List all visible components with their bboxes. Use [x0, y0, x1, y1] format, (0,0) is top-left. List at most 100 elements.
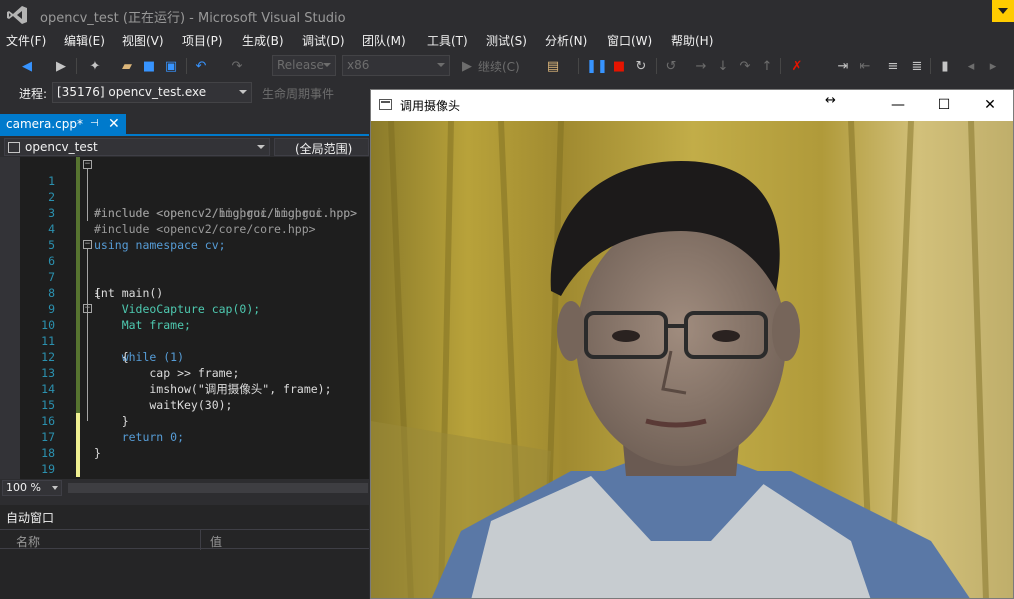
tab-camera-cpp[interactable]: camera.cpp* ⊣ ✕ [0, 114, 126, 136]
previous-bookmark-icon[interactable]: ◂ [962, 57, 980, 75]
close-icon[interactable]: ✕ [967, 90, 1013, 120]
forward-icon[interactable]: ▶ [52, 57, 70, 75]
change-marker [76, 461, 80, 477]
stop-debugging-icon[interactable]: ■ [610, 57, 628, 75]
code-line[interactable]: 16 return 0; [0, 397, 369, 444]
scope-dropdown[interactable]: (全局范围) [274, 138, 369, 156]
code-line[interactable]: 13 imshow("调用摄像头", frame); [0, 349, 369, 396]
document-tab-strip: camera.cpp* ⊣ ✕ [0, 114, 369, 136]
camera-frame-image [371, 121, 1013, 598]
column-name-header[interactable]: 名称 [16, 533, 40, 550]
code-line[interactable]: 3 #include <opencv2/core/core.hpp> [0, 189, 369, 236]
menu-project[interactable]: 项目(P) [182, 32, 223, 49]
minimize-icon[interactable]: — [875, 90, 921, 120]
code-line[interactable]: 9 Mat frame; [0, 285, 369, 332]
bookmark-icon[interactable]: ▮ [936, 57, 954, 75]
new-project-icon[interactable]: ✦ [86, 57, 104, 75]
code-line[interactable]: 18 [0, 429, 369, 460]
open-folder-icon[interactable]: ▰ [118, 57, 136, 75]
column-divider[interactable] [200, 530, 201, 550]
column-value-header[interactable]: 值 [210, 533, 222, 550]
toolbar-separator [780, 58, 781, 74]
collapse-icon[interactable]: − [83, 240, 92, 249]
zoom-value: 100 % [6, 481, 41, 494]
process-value: [35176] opencv_test.exe [57, 85, 207, 99]
step-out-icon[interactable]: ↷ [736, 57, 754, 75]
attach-process-icon[interactable]: ▤ [544, 57, 562, 75]
process-dropdown[interactable]: [35176] opencv_test.exe [52, 82, 252, 103]
outline-guide [87, 249, 88, 421]
undo-icon[interactable]: ↶ [192, 57, 210, 75]
change-marker [76, 285, 80, 301]
redo-icon[interactable]: ↷ [228, 57, 246, 75]
continue-icon[interactable]: ▶ [458, 57, 476, 75]
menu-test[interactable]: 测试(S) [486, 32, 527, 49]
code-line[interactable]: 5 [0, 221, 369, 252]
change-marker [76, 253, 80, 269]
code-line[interactable]: 2 #include <opencv2/imgproc/imgproc.hpp> [0, 173, 369, 220]
menu-build[interactable]: 生成(B) [242, 32, 284, 49]
horizontal-scrollbar[interactable] [68, 483, 368, 493]
code-editor[interactable]: 1 − #include <opencv2/highgui/highgui.hp… [0, 157, 369, 479]
menu-file[interactable]: 文件(F) [6, 32, 46, 49]
standard-toolbar: ◀ ▶ ✦ ▰ ■ ▣ ↶ ↷ Release x86 ▶ 继续(C) ▤ ❚❚… [0, 52, 1014, 80]
code-line[interactable]: 17 } [0, 413, 369, 460]
menu-analyze[interactable]: 分析(N) [545, 32, 587, 49]
continue-button-label[interactable]: 继续(C) [478, 58, 520, 75]
uncomment-icon[interactable]: ≣ [908, 57, 926, 75]
change-marker [76, 157, 80, 173]
code-line[interactable]: 10 − while (1) [0, 301, 369, 364]
solution-platform-dropdown[interactable]: x86 [342, 55, 450, 76]
menu-debug[interactable]: 调试(D) [302, 32, 345, 49]
project-dropdown[interactable]: opencv_test [4, 138, 270, 156]
back-icon[interactable]: ◀ [18, 57, 36, 75]
maximize-icon[interactable]: ☐ [921, 90, 967, 120]
code-line[interactable]: 14 waitKey(30); [0, 365, 369, 412]
save-all-icon[interactable]: ▣ [162, 57, 180, 75]
save-icon[interactable]: ■ [140, 57, 158, 75]
toolbar-separator [656, 58, 657, 74]
break-all-icon[interactable]: ❚❚ [586, 57, 608, 75]
code-line[interactable]: 4 using namespace cv; [0, 205, 369, 252]
menu-edit[interactable]: 编辑(E) [64, 32, 105, 49]
code-line[interactable]: 7 { [0, 253, 369, 300]
zoom-dropdown[interactable]: 100 % [2, 480, 62, 496]
breakpoint-toggle-icon[interactable]: ✗ [788, 57, 806, 75]
menu-bar: 文件(F) 编辑(E) 视图(V) 项目(P) 生成(B) 调试(D) 团队(M… [0, 30, 1014, 50]
indent-icon[interactable]: ⇥ [834, 57, 852, 75]
lifecycle-events-button[interactable]: 生命周期事件 [262, 85, 334, 102]
scope-value: (全局范围) [295, 142, 353, 156]
code-line[interactable]: 19 [0, 445, 369, 476]
notification-flag-icon[interactable] [992, 0, 1014, 22]
platform-value: x86 [347, 58, 370, 72]
step-into-icon[interactable]: → [692, 57, 710, 75]
code-line[interactable]: 20 [0, 461, 369, 479]
step-over-icon[interactable]: ↓ [714, 57, 732, 75]
menu-window[interactable]: 窗口(W) [607, 32, 652, 49]
toolbar-separator [76, 58, 77, 74]
code-line[interactable]: 11 { [0, 317, 369, 364]
menu-tools[interactable]: 工具(T) [427, 32, 468, 49]
outdent-icon[interactable]: ⇤ [856, 57, 874, 75]
code-line[interactable]: 1 − #include <opencv2/highgui/highgui.hp… [0, 157, 369, 220]
toolbar-separator [930, 58, 931, 74]
step-up-icon[interactable]: ↑ [758, 57, 776, 75]
code-line[interactable]: 15 } [0, 381, 369, 428]
comment-icon[interactable]: ≡ [884, 57, 902, 75]
collapse-icon[interactable]: − [83, 160, 92, 169]
next-bookmark-icon[interactable]: ▸ [984, 57, 1002, 75]
menu-help[interactable]: 帮助(H) [671, 32, 713, 49]
camera-window-title-bar[interactable]: 调用摄像头 ↔ — ☐ ✕ [371, 90, 1013, 120]
code-line[interactable]: 12 cap >> frame; [0, 333, 369, 380]
close-icon[interactable]: ✕ [108, 116, 120, 132]
menu-team[interactable]: 团队(M) [362, 32, 406, 49]
code-line[interactable]: 6 − int main() [0, 237, 369, 300]
show-next-statement-icon[interactable]: ↺ [662, 57, 680, 75]
code-line[interactable]: 8 VideoCapture cap(0); [0, 269, 369, 316]
solution-configuration-dropdown[interactable]: Release [272, 55, 336, 76]
menu-view[interactable]: 视图(V) [122, 32, 164, 49]
pin-icon[interactable]: ⊣ [90, 118, 99, 129]
camera-window[interactable]: 调用摄像头 ↔ — ☐ ✕ [370, 89, 1014, 599]
restart-icon[interactable]: ↻ [632, 57, 650, 75]
chevron-down-icon [437, 63, 445, 67]
